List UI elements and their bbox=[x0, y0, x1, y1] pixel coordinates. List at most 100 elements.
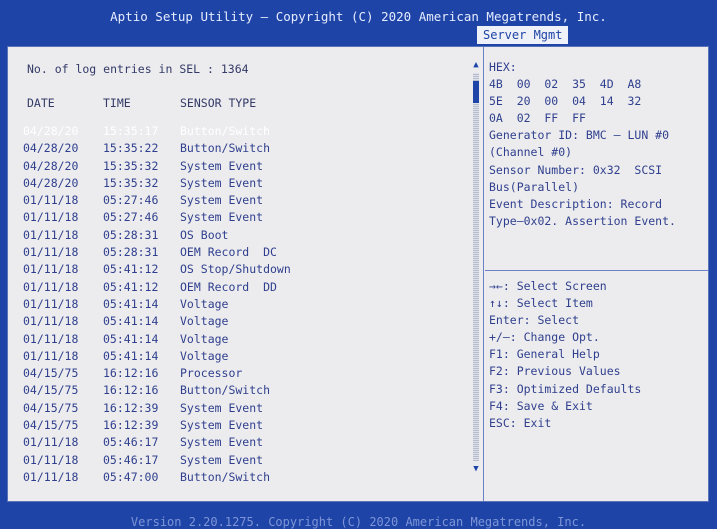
entry-time: 16:12:16 bbox=[103, 366, 159, 381]
tab-server-mgmt[interactable]: Server Mgmt bbox=[477, 26, 569, 44]
sel-entry-row[interactable]: 01/11/18 05:41:14 Voltage bbox=[8, 349, 468, 366]
entry-time: 05:46:17 bbox=[103, 435, 159, 450]
event-detail-line: (Channel #0) bbox=[489, 145, 573, 160]
entry-date: 01/11/18 bbox=[23, 279, 79, 294]
entry-sensor-type: Voltage bbox=[180, 296, 229, 311]
footer-version: Version 2.20.1275. Copyright (C) 2020 Am… bbox=[130, 515, 587, 529]
sel-entry-row[interactable]: 04/15/75 16:12:16 Button/Switch bbox=[8, 383, 468, 400]
event-details: HEX: 4B 00 02 35 4D A8 5E 20 00 04 14 32 0A… bbox=[489, 60, 704, 231]
sel-entry-list: 04/28/20 15:35:17 Button/Switch 04/28/20 15:… bbox=[8, 124, 468, 487]
entry-time: 05:47:00 bbox=[103, 469, 159, 484]
entry-date: 01/11/18 bbox=[23, 314, 79, 329]
sel-entry-row[interactable]: 01/11/18 05:46:17 System Event bbox=[8, 435, 468, 452]
entry-sensor-type: Processor bbox=[180, 366, 243, 381]
entry-time: 05:28:31 bbox=[103, 245, 159, 260]
entry-date: 01/11/18 bbox=[23, 348, 79, 363]
entry-sensor-type: OEM Record DD bbox=[180, 279, 277, 294]
sel-entry-row[interactable]: 01/11/18 05:47:00 Button/Switch bbox=[8, 470, 468, 487]
sel-entry-row[interactable]: 01/11/18 05:46:17 System Event bbox=[8, 453, 468, 470]
sel-entry-row[interactable]: 04/28/20 15:35:22 Button/Switch bbox=[8, 141, 468, 158]
entry-sensor-type: OS Boot bbox=[180, 227, 229, 242]
sel-entry-row[interactable]: 01/11/18 05:28:31 OS Boot bbox=[8, 228, 468, 245]
entry-time: 16:12:39 bbox=[103, 400, 159, 415]
entry-date: 01/11/18 bbox=[23, 245, 79, 260]
event-detail-line: 4B 00 02 35 4D A8 bbox=[489, 77, 642, 92]
entry-sensor-type: System Event bbox=[180, 158, 264, 173]
event-detail-line: 0A 02 FF FF bbox=[489, 111, 586, 126]
event-detail-line: HEX: bbox=[489, 60, 517, 74]
footer-bar: Version 2.20.1275. Copyright (C) 2020 Am… bbox=[0, 502, 717, 529]
key-help-line: F2: Previous Values bbox=[489, 364, 621, 379]
entry-sensor-type: System Event bbox=[180, 435, 264, 450]
sel-entry-row[interactable]: 04/15/75 16:12:39 System Event bbox=[8, 401, 468, 418]
entry-sensor-type: System Event bbox=[180, 193, 264, 208]
entry-time: 05:27:46 bbox=[103, 210, 159, 225]
event-detail-line: Type–0x02. Assertion Event. bbox=[489, 213, 676, 228]
key-help-line: F3: Optimized Defaults bbox=[489, 381, 642, 396]
entry-sensor-type: Voltage bbox=[180, 314, 229, 329]
sel-entry-row[interactable]: 01/11/18 05:41:14 Voltage bbox=[8, 297, 468, 314]
sel-entry-row[interactable]: 04/15/75 16:12:39 System Event bbox=[8, 418, 468, 435]
main-panel: No. of log entries in SEL : 1364 DATE TI… bbox=[7, 46, 709, 502]
scroll-down-arrow-icon[interactable]: ▼ bbox=[471, 463, 481, 475]
key-help: →←: Select Screen ↑↓: Select Item Enter: S… bbox=[489, 279, 704, 433]
entry-sensor-type: Voltage bbox=[180, 331, 229, 346]
entry-sensor-type: Button/Switch bbox=[180, 469, 271, 484]
sel-entry-row[interactable]: 04/28/20 15:35:32 System Event bbox=[8, 159, 468, 176]
divider bbox=[485, 270, 708, 271]
entry-time: 05:46:17 bbox=[103, 452, 159, 467]
entry-date: 01/11/18 bbox=[23, 262, 79, 277]
entry-sensor-type: Button/Switch bbox=[180, 383, 271, 398]
key-help-line: +/–: Change Opt. bbox=[489, 330, 600, 345]
entry-time: 05:41:14 bbox=[103, 296, 159, 311]
sel-entry-count: No. of log entries in SEL : 1364 bbox=[27, 62, 249, 76]
entry-date: 01/11/18 bbox=[23, 296, 79, 311]
column-header-date: DATE bbox=[27, 96, 55, 110]
scrollbar[interactable]: ▲ ▼ bbox=[471, 59, 481, 475]
sel-entry-row[interactable]: 01/11/18 05:28:31 OEM Record DC bbox=[8, 245, 468, 262]
entry-sensor-type: Button/Switch bbox=[180, 141, 271, 156]
entry-date: 04/15/75 bbox=[23, 383, 79, 398]
scroll-up-arrow-icon[interactable]: ▲ bbox=[471, 59, 481, 71]
key-help-line: F4: Save & Exit bbox=[489, 398, 593, 413]
entry-sensor-type: Button/Switch bbox=[180, 124, 271, 138]
entry-sensor-type: System Event bbox=[180, 400, 264, 415]
scrollbar-thumb[interactable] bbox=[473, 81, 479, 103]
sel-entry-row[interactable]: 01/11/18 05:41:14 Voltage bbox=[8, 332, 468, 349]
entry-date: 04/28/20 bbox=[23, 141, 79, 156]
event-detail-line: Event Description: Record bbox=[489, 196, 663, 211]
scrollbar-track[interactable] bbox=[473, 73, 479, 461]
sel-entry-row[interactable]: 01/11/18 05:41:14 Voltage bbox=[8, 314, 468, 331]
entry-time: 05:41:14 bbox=[103, 331, 159, 346]
entry-time: 05:28:31 bbox=[103, 227, 159, 242]
sel-entry-row[interactable]: 04/28/20 15:35:17 Button/Switch bbox=[8, 124, 468, 141]
entry-date: 04/28/20 bbox=[23, 158, 79, 173]
entry-time: 15:35:22 bbox=[103, 141, 159, 156]
header-bar: Aptio Setup Utility – Copyright (C) 2020… bbox=[0, 0, 717, 46]
info-pane: HEX: 4B 00 02 35 4D A8 5E 20 00 04 14 32 0A… bbox=[485, 47, 708, 501]
entry-sensor-type: System Event bbox=[180, 210, 264, 225]
entry-date: 01/11/18 bbox=[23, 435, 79, 450]
key-help-line: ↑↓: Select Item bbox=[489, 296, 593, 311]
sel-entry-row[interactable]: 01/11/18 05:27:46 System Event bbox=[8, 210, 468, 227]
entry-date: 01/11/18 bbox=[23, 452, 79, 467]
entry-date: 04/28/20 bbox=[23, 175, 79, 190]
sel-entry-row[interactable]: 04/28/20 15:35:32 System Event bbox=[8, 176, 468, 193]
entry-time: 05:41:14 bbox=[103, 348, 159, 363]
key-help-line: →←: Select Screen bbox=[489, 279, 607, 293]
entry-time: 05:41:12 bbox=[103, 279, 159, 294]
entry-sensor-type: Voltage bbox=[180, 348, 229, 363]
sel-entry-row[interactable]: 01/11/18 05:27:46 System Event bbox=[8, 193, 468, 210]
sel-entry-row[interactable]: 01/11/18 05:41:12 OEM Record DD bbox=[8, 280, 468, 297]
key-help-line: Enter: Select bbox=[489, 313, 580, 328]
entry-time: 15:35:32 bbox=[103, 175, 159, 190]
sel-entry-row[interactable]: 01/11/18 05:41:12 OS Stop/Shutdown bbox=[8, 262, 468, 279]
column-header-sensor-type: SENSOR TYPE bbox=[180, 96, 257, 110]
key-help-line: F1: General Help bbox=[489, 347, 600, 362]
event-detail-line: Generator ID: BMC – LUN #0 bbox=[489, 128, 670, 143]
entry-sensor-type: System Event bbox=[180, 418, 264, 433]
entry-sensor-type: System Event bbox=[180, 175, 264, 190]
entry-date: 01/11/18 bbox=[23, 469, 79, 484]
sel-entry-row[interactable]: 04/15/75 16:12:16 Processor bbox=[8, 366, 468, 383]
entry-time: 15:35:32 bbox=[103, 158, 159, 173]
